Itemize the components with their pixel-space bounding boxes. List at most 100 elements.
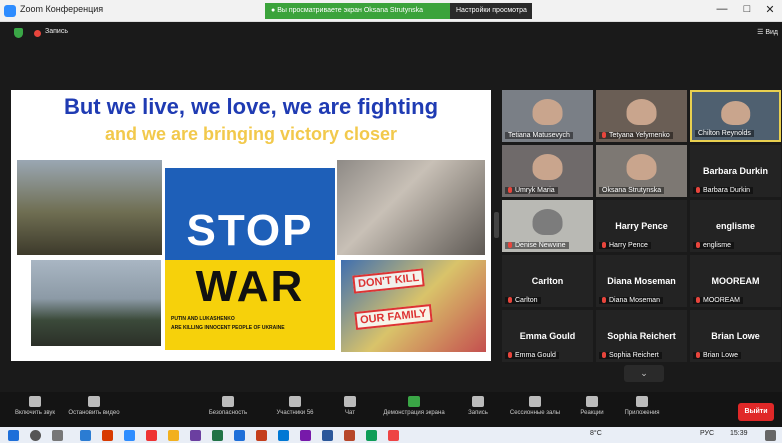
- participants-label: Участники: [276, 410, 306, 416]
- record-button[interactable]: Запись: [458, 396, 498, 416]
- reactions-label: Реакции: [580, 410, 604, 416]
- participant-tile[interactable]: MOOREAM MOOREAM: [690, 255, 781, 307]
- clock[interactable]: 15:39: [730, 430, 748, 437]
- participant-name: Tetiana Matusevych: [505, 132, 573, 139]
- muted-mic-icon: [696, 297, 700, 304]
- panel-resize-handle[interactable]: [494, 212, 499, 238]
- muted-mic-icon: [696, 242, 700, 249]
- stop-war-poster: STOP WAR PUTIN AND LUKASHENKO ARE KILLIN…: [165, 168, 335, 350]
- participant-display-name: Diana Moseman: [607, 275, 676, 286]
- participant-display-name: Barbara Durkin: [702, 165, 769, 176]
- participant-tile[interactable]: Diana Moseman Diana Moseman: [596, 255, 687, 307]
- leave-meeting-button[interactable]: Выйти: [738, 403, 774, 421]
- participant-tile[interactable]: Denise Newvine: [502, 200, 593, 252]
- view-button[interactable]: ☰ Вид: [757, 28, 778, 36]
- weather-indicator[interactable]: 8°C: [590, 430, 602, 437]
- participant-display-name: Brian Lowe: [711, 330, 760, 341]
- muted-mic-icon: [508, 352, 512, 359]
- participants-button[interactable]: Участники 56: [270, 396, 320, 416]
- app-icon-12[interactable]: [322, 430, 333, 441]
- view-options-dropdown[interactable]: Настройки просмотра ⌄: [450, 3, 532, 30]
- app-icon-8[interactable]: [234, 430, 245, 441]
- participant-name: Oksana Strutynska: [599, 187, 665, 194]
- muted-mic-icon: [696, 187, 700, 194]
- video-label: Остановить видео: [68, 410, 120, 416]
- muted-mic-icon: [602, 242, 606, 249]
- breakout-rooms-button[interactable]: Сессионные залы: [503, 396, 567, 416]
- participant-tile[interactable]: Umryk Maria: [502, 145, 593, 197]
- participant-name: Denise Newvine: [505, 242, 569, 249]
- shared-screen: But we live, we love, we are fighting an…: [11, 90, 491, 361]
- notifications-icon[interactable]: [765, 430, 776, 441]
- screen-share-banner: ● Вы просматриваете экран Oksana Strutyn…: [265, 3, 450, 19]
- share-screen-button[interactable]: Демонстрация экрана: [375, 396, 453, 416]
- record-label: Запись: [468, 410, 488, 416]
- app-icon-2[interactable]: [102, 430, 113, 441]
- chat-label: Чат: [345, 410, 355, 416]
- app-icon-7[interactable]: [212, 430, 223, 441]
- slide-title: But we live, we love, we are fighting: [63, 94, 439, 119]
- reactions-button[interactable]: Реакции: [572, 396, 612, 416]
- window-title: Zoom Конференция: [20, 4, 104, 14]
- participant-name: Tetyana Yefymenko: [599, 132, 673, 139]
- task-view-icon[interactable]: [52, 430, 63, 441]
- participant-name: Harry Pence: [599, 242, 651, 249]
- share-banner-text: Вы просматриваете экран Oksana Strutynsk…: [277, 7, 423, 14]
- search-icon[interactable]: [30, 430, 41, 441]
- participant-name: Umryk Maria: [505, 187, 558, 194]
- participants-icon: [289, 396, 301, 407]
- participant-tile[interactable]: Emma Gould Emma Gould: [502, 310, 593, 362]
- security-button[interactable]: Безопасность: [200, 396, 256, 416]
- language-indicator[interactable]: РУС: [700, 430, 714, 437]
- share-label: Демонстрация экрана: [383, 410, 445, 416]
- muted-mic-icon: [508, 187, 512, 194]
- app-icon-4[interactable]: [146, 430, 157, 441]
- participant-tile[interactable]: Brian Lowe Brian Lowe: [690, 310, 781, 362]
- apps-button[interactable]: Приложения: [616, 396, 668, 416]
- minimize-button[interactable]: —: [712, 3, 732, 15]
- app-icon-15[interactable]: [388, 430, 399, 441]
- close-button[interactable]: ✕: [760, 3, 780, 16]
- participant-tile[interactable]: Sophia Reichert Sophia Reichert: [596, 310, 687, 362]
- participant-tile-active-speaker[interactable]: Chilton Reynolds: [690, 90, 781, 142]
- maximize-button[interactable]: □: [737, 3, 757, 15]
- participant-tile[interactable]: Tetyana Yefymenko: [596, 90, 687, 142]
- gallery-next-page-button[interactable]: ⌄: [624, 365, 664, 382]
- participant-tile[interactable]: Harry Pence Harry Pence: [596, 200, 687, 252]
- shield-icon[interactable]: [14, 28, 23, 38]
- poster-war-text: WAR: [195, 262, 305, 311]
- muted-mic-icon: [602, 297, 606, 304]
- app-icon-13[interactable]: [344, 430, 355, 441]
- slide-subtitle: and we are bringing victory closer: [104, 124, 398, 144]
- unmute-button[interactable]: Включить звук: [10, 396, 60, 416]
- participant-name: Brian Lowe: [693, 352, 742, 359]
- view-options-label: Настройки просмотра: [456, 7, 527, 14]
- participant-tile[interactable]: Oksana Strutynska: [596, 145, 687, 197]
- participant-name: Carlton: [505, 297, 541, 304]
- chevron-down-icon: ⌄: [640, 368, 648, 378]
- participant-tile[interactable]: englisme englisme: [690, 200, 781, 252]
- participant-tile[interactable]: Barbara Durkin Barbara Durkin: [690, 145, 781, 197]
- unmute-label: Включить звук: [14, 410, 55, 416]
- app-icon-1[interactable]: [80, 430, 91, 441]
- apps-label: Приложения: [624, 410, 660, 416]
- reactions-icon: [586, 396, 598, 407]
- participant-name: Barbara Durkin: [693, 187, 754, 194]
- video-button[interactable]: Остановить видео: [62, 396, 126, 416]
- chat-button[interactable]: Чат: [330, 396, 370, 416]
- app-icon-chrome[interactable]: [168, 430, 179, 441]
- record-icon: [472, 396, 484, 407]
- app-icon-6[interactable]: [190, 430, 201, 441]
- app-icon-zoom[interactable]: [124, 430, 135, 441]
- app-icon-10[interactable]: [278, 430, 289, 441]
- app-icon-14[interactable]: [366, 430, 377, 441]
- participant-tile[interactable]: Carlton Carlton: [502, 255, 593, 307]
- app-icon-9[interactable]: [256, 430, 267, 441]
- start-icon[interactable]: [8, 430, 19, 441]
- app-icon-11[interactable]: [300, 430, 311, 441]
- participant-tile[interactable]: Tetiana Matusevych: [502, 90, 593, 142]
- breakout-rooms-icon: [529, 396, 541, 407]
- breakout-label: Сессионные залы: [509, 410, 561, 416]
- participant-video: [626, 99, 657, 126]
- record-indicator-icon: [34, 30, 41, 37]
